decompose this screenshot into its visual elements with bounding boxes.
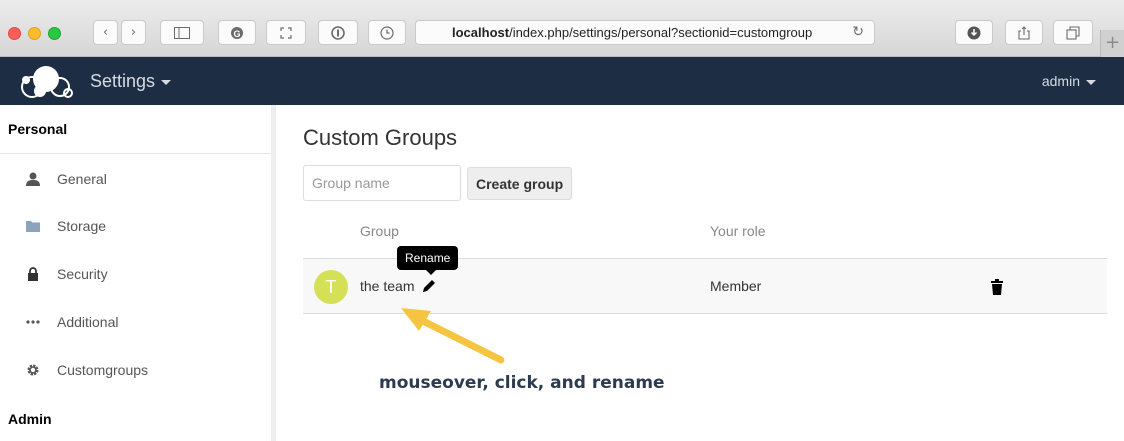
app-header: Settings admin bbox=[0, 57, 1124, 105]
download-icon bbox=[967, 26, 981, 39]
new-tab-button[interactable]: + bbox=[1100, 30, 1124, 57]
settings-sidebar: Personal General Storage Security Additi… bbox=[0, 105, 276, 441]
sidebar-item-label: Additional bbox=[57, 314, 119, 330]
section-heading-personal: Personal bbox=[8, 121, 68, 137]
sidebar-item-customgroups[interactable]: Customgroups bbox=[0, 350, 271, 390]
history-button[interactable] bbox=[368, 20, 406, 45]
sidebar-toggle-button[interactable] bbox=[160, 20, 204, 45]
fullscreen-button[interactable] bbox=[266, 20, 306, 45]
svg-text:G: G bbox=[233, 29, 240, 39]
password-manager-button[interactable] bbox=[318, 20, 358, 45]
sidebar-item-label: General bbox=[57, 171, 107, 187]
tabs-overview-button[interactable] bbox=[1053, 20, 1093, 45]
back-button[interactable]: ‹ bbox=[93, 20, 118, 45]
divider bbox=[0, 153, 271, 154]
tabs-icon bbox=[1066, 25, 1080, 40]
user-menu[interactable]: admin bbox=[1042, 73, 1096, 89]
sidebar-item-general[interactable]: General bbox=[0, 159, 271, 199]
caret-down-icon bbox=[161, 79, 172, 85]
owncloud-logo-icon[interactable] bbox=[18, 63, 76, 99]
sidebar-item-additional[interactable]: Additional bbox=[0, 302, 271, 342]
extension-g-button[interactable]: G bbox=[218, 20, 256, 45]
more-icon bbox=[22, 320, 44, 324]
reload-icon[interactable]: ↻ bbox=[852, 24, 864, 40]
section-heading-admin: Admin bbox=[8, 411, 52, 427]
sidebar-item-security[interactable]: Security bbox=[0, 254, 271, 294]
sidebar-item-label: Customgroups bbox=[57, 362, 149, 378]
address-bar[interactable]: localhost/index.php/settings/personal?se… bbox=[415, 20, 875, 45]
sidebar-icon bbox=[174, 26, 190, 39]
forward-button[interactable]: › bbox=[121, 20, 146, 45]
close-window-button[interactable] bbox=[8, 27, 21, 40]
lock-icon bbox=[22, 267, 44, 281]
sidebar-item-label: Storage bbox=[57, 218, 107, 234]
chevron-left-icon: ‹ bbox=[102, 25, 109, 40]
app-title: Settings bbox=[90, 71, 156, 91]
main-content: Custom Groups Create group Group Your ro… bbox=[281, 105, 1124, 441]
sidebar-item-storage[interactable]: Storage bbox=[0, 206, 271, 246]
browser-toolbar: ‹ › G localhost/index.php/settings/perso… bbox=[0, 0, 1124, 57]
share-button[interactable] bbox=[1005, 20, 1043, 45]
folder-icon bbox=[22, 220, 44, 232]
downloads-button[interactable] bbox=[955, 20, 993, 45]
annotation-text: mouseover, click, and rename bbox=[379, 373, 665, 393]
person-icon bbox=[22, 172, 44, 186]
password-icon bbox=[331, 25, 345, 40]
share-icon bbox=[1018, 25, 1030, 40]
gear-icon bbox=[22, 363, 44, 377]
clock-icon bbox=[380, 25, 394, 40]
google-icon: G bbox=[231, 26, 243, 39]
minimize-window-button[interactable] bbox=[28, 27, 41, 40]
url-path: /index.php/settings/personal?sectionid=c… bbox=[509, 25, 813, 40]
chevron-right-icon: › bbox=[130, 25, 137, 40]
url-host: localhost bbox=[452, 25, 510, 40]
sidebar-item-label: Security bbox=[57, 266, 108, 282]
caret-down-icon bbox=[1086, 79, 1096, 85]
zoom-window-button[interactable] bbox=[48, 27, 61, 40]
expand-icon bbox=[280, 26, 292, 39]
settings-menu[interactable]: Settings bbox=[90, 71, 172, 92]
user-name: admin bbox=[1041, 73, 1080, 89]
